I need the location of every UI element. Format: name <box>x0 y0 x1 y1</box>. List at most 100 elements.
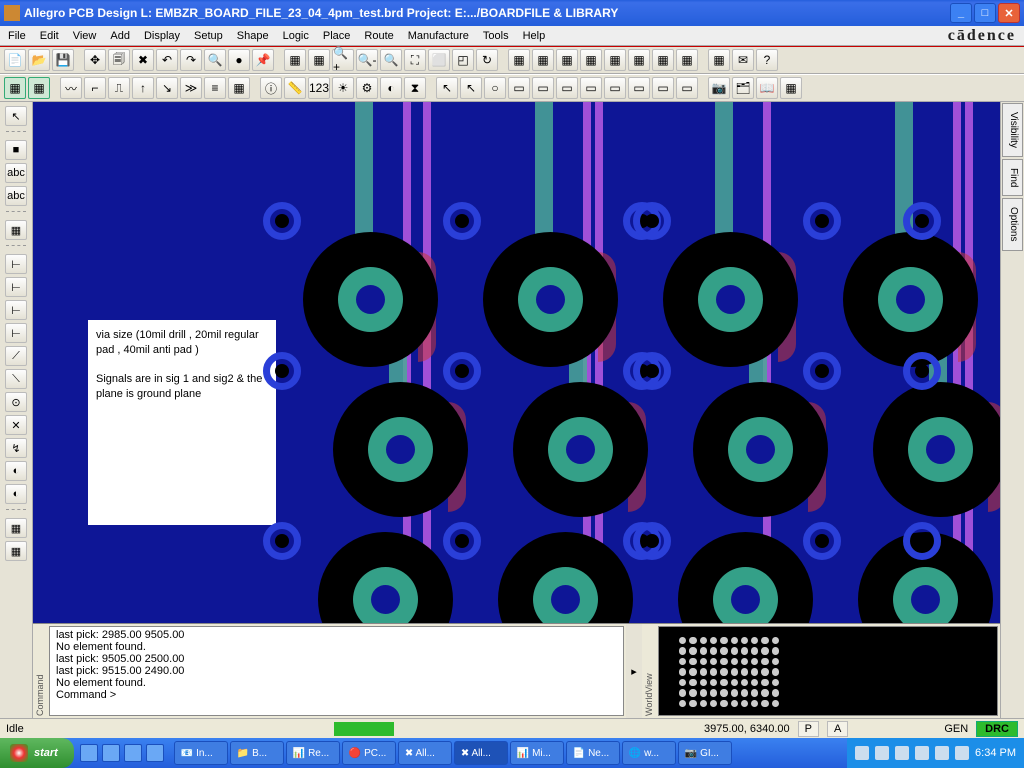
toolbar-button[interactable]: 📷 <box>708 77 730 99</box>
tool-button[interactable]: ■ <box>5 140 27 160</box>
start-button[interactable]: start <box>0 738 74 768</box>
toolbar-button[interactable]: 🔍+ <box>332 49 354 71</box>
toolbar-button[interactable]: ↶ <box>156 49 178 71</box>
tray-icon[interactable] <box>915 746 929 760</box>
ql-icon[interactable] <box>80 744 98 762</box>
toolbar-button[interactable]: ▦ <box>556 49 578 71</box>
menu-add[interactable]: Add <box>110 30 130 42</box>
taskbar-task[interactable]: 🔴 PC... <box>342 741 396 765</box>
toolbar-button[interactable]: ⬜ <box>428 49 450 71</box>
menu-edit[interactable]: Edit <box>40 30 59 42</box>
tray-icon[interactable] <box>855 746 869 760</box>
toolbar-button[interactable]: 📖 <box>756 77 778 99</box>
toolbar-button[interactable]: ✥ <box>84 49 106 71</box>
toolbar-button[interactable]: ↘ <box>156 77 178 99</box>
taskbar-task[interactable]: ✖ All... <box>398 741 452 765</box>
toolbar-button[interactable]: ? <box>756 49 778 71</box>
toolbar-button[interactable]: ✖ <box>132 49 154 71</box>
toolbar-button[interactable]: 🔍 <box>380 49 402 71</box>
tool-button[interactable]: ⟋ <box>5 346 27 366</box>
maximize-button[interactable]: □ <box>974 3 996 23</box>
command-window[interactable]: last pick: 2985.00 9505.00 No element fo… <box>49 626 624 716</box>
toolbar-button[interactable]: 🔍- <box>356 49 378 71</box>
taskbar-task[interactable]: 📁 B... <box>230 741 284 765</box>
toolbar-button[interactable]: ⎍ <box>108 77 130 99</box>
menu-logic[interactable]: Logic <box>283 30 309 42</box>
tool-button[interactable]: ◐ <box>5 484 27 504</box>
tool-button[interactable]: ▦ <box>5 518 27 538</box>
close-button[interactable]: ✕ <box>998 3 1020 23</box>
tool-button[interactable]: ⊢ <box>5 254 27 274</box>
toolbar-button[interactable]: 123 <box>308 77 330 99</box>
menu-help[interactable]: Help <box>523 30 546 42</box>
taskbar-task[interactable]: 🌐 w... <box>622 741 676 765</box>
toolbar-button[interactable]: ▭ <box>532 77 554 99</box>
taskbar-task[interactable]: 📷 GI... <box>678 741 732 765</box>
toolbar-button[interactable]: ⌐ <box>84 77 106 99</box>
toolbar-button[interactable]: ▦ <box>676 49 698 71</box>
ql-icon[interactable] <box>124 744 142 762</box>
tool-button[interactable]: ↯ <box>5 438 27 458</box>
taskbar-task[interactable]: ✖ All... <box>454 741 508 765</box>
toolbar-button[interactable]: ☀ <box>332 77 354 99</box>
toolbar-button[interactable]: ▦ <box>780 77 802 99</box>
toolbar-button[interactable]: ▭ <box>508 77 530 99</box>
toolbar-button[interactable]: ◐ <box>380 77 402 99</box>
toolbar-button[interactable]: ⧗ <box>404 77 426 99</box>
tool-button[interactable]: abc <box>5 186 27 206</box>
menu-manufacture[interactable]: Manufacture <box>408 30 469 42</box>
toolbar-button[interactable]: ◰ <box>452 49 474 71</box>
toolbar-button[interactable]: ▦ <box>28 77 50 99</box>
toolbar-button[interactable]: ▦ <box>604 49 626 71</box>
status-p[interactable]: P <box>798 721 819 737</box>
toolbar-button[interactable]: ▦ <box>708 49 730 71</box>
toolbar-button[interactable]: ▭ <box>604 77 626 99</box>
tab-find[interactable]: Find <box>1002 159 1023 196</box>
toolbar-button[interactable]: ⓘ <box>260 77 282 99</box>
taskbar-task[interactable]: 📊 Mi... <box>510 741 564 765</box>
status-a[interactable]: A <box>827 721 848 737</box>
toolbar-button[interactable]: 🔍 <box>204 49 226 71</box>
toolbar-button[interactable]: ⚙ <box>356 77 378 99</box>
menu-file[interactable]: File <box>8 30 26 42</box>
toolbar-button[interactable]: ▭ <box>628 77 650 99</box>
toolbar-button[interactable]: ▦ <box>508 49 530 71</box>
toolbar-button[interactable]: 📏 <box>284 77 306 99</box>
menu-shape[interactable]: Shape <box>237 30 269 42</box>
tool-button[interactable]: ◐ <box>5 461 27 481</box>
toolbar-button[interactable]: ⛶ <box>404 49 426 71</box>
ql-icon[interactable] <box>102 744 120 762</box>
toolbar-button[interactable]: ● <box>228 49 250 71</box>
toolbar-button[interactable]: ▦ <box>652 49 674 71</box>
toolbar-button[interactable]: ▦ <box>532 49 554 71</box>
tool-button[interactable]: ⟍ <box>5 369 27 389</box>
design-canvas[interactable]: via size (10mil drill , 20mil regular pa… <box>33 102 1000 623</box>
toolbar-button[interactable]: ▭ <box>580 77 602 99</box>
menu-display[interactable]: Display <box>144 30 180 42</box>
menu-route[interactable]: Route <box>364 30 393 42</box>
toolbar-button[interactable]: ↖ <box>436 77 458 99</box>
toolbar-button[interactable]: ▦ <box>580 49 602 71</box>
tool-button[interactable]: ↖ <box>5 106 27 126</box>
tool-button[interactable]: ▦ <box>5 541 27 561</box>
taskbar-task[interactable]: 📧 In... <box>174 741 228 765</box>
toolbar-button[interactable]: ✉ <box>732 49 754 71</box>
toolbar-button[interactable]: ▭ <box>556 77 578 99</box>
toolbar-button[interactable]: ↖ <box>460 77 482 99</box>
toolbar-button[interactable]: ↑ <box>132 77 154 99</box>
tray-icon[interactable] <box>895 746 909 760</box>
toolbar-button[interactable]: ▦ <box>284 49 306 71</box>
menu-tools[interactable]: Tools <box>483 30 509 42</box>
tool-button[interactable]: ⊙ <box>5 392 27 412</box>
toolbar-button[interactable]: 📄 <box>4 49 26 71</box>
toolbar-button[interactable]: ▦ <box>308 49 330 71</box>
toolbar-button[interactable]: 📌 <box>252 49 274 71</box>
ql-icon[interactable] <box>146 744 164 762</box>
tab-options[interactable]: Options <box>1002 198 1023 250</box>
toolbar-button[interactable]: ≫ <box>180 77 202 99</box>
toolbar-button[interactable]: ▦ <box>228 77 250 99</box>
toolbar-button[interactable]: 〰 <box>60 77 82 99</box>
system-tray[interactable]: 6:34 PM <box>847 738 1024 768</box>
toolbar-button[interactable]: ▦ <box>4 77 26 99</box>
tool-button[interactable]: ⊢ <box>5 277 27 297</box>
